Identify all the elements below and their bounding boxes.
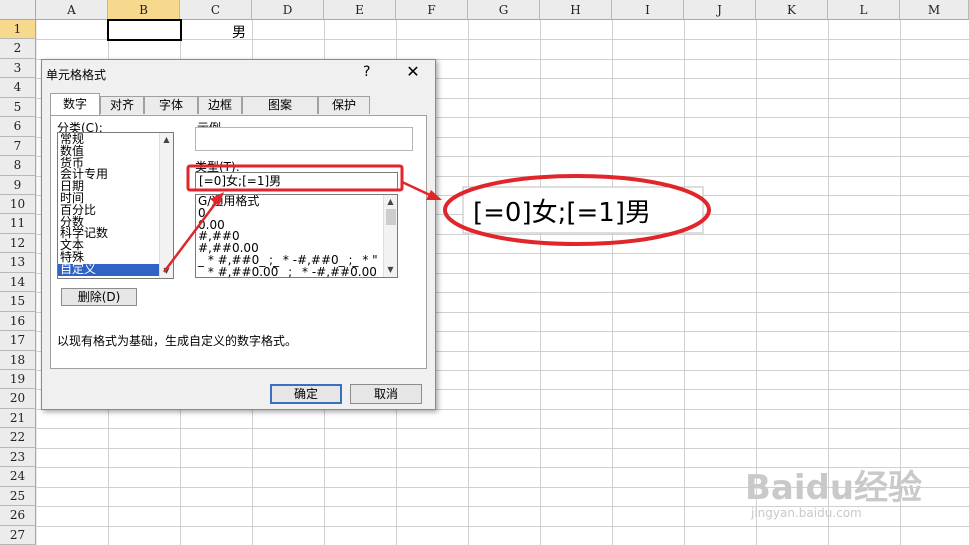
format-item[interactable]: G/通用格式	[196, 195, 397, 208]
cell-c1[interactable]: 男	[232, 22, 246, 42]
column-header[interactable]: D	[252, 0, 324, 20]
zoom-type-text: [=0]女;[=1]男	[473, 198, 651, 228]
row-header[interactable]: 17	[0, 331, 36, 351]
tab-border[interactable]: 边框	[198, 96, 242, 114]
ok-button[interactable]: 确定	[270, 384, 342, 404]
column-header[interactable]: M	[900, 0, 969, 20]
tab-font[interactable]: 字体	[144, 96, 198, 114]
scroll-down-icon[interactable]: ▼	[160, 265, 173, 277]
row-header[interactable]: 19	[0, 370, 36, 390]
row-header[interactable]: 13	[0, 253, 36, 273]
format-item[interactable]: _ * #,##0.00_ ;_ * -#,##0.00_	[196, 266, 397, 277]
row-header[interactable]: 1	[0, 20, 36, 40]
row-header[interactable]: 7	[0, 136, 36, 157]
column-header[interactable]: H	[540, 0, 612, 20]
row-header[interactable]: 26	[0, 506, 36, 526]
category-scrollbar[interactable]: ▲ ▼	[159, 133, 173, 278]
row-header[interactable]: 15	[0, 292, 36, 312]
row-header[interactable]: 6	[0, 117, 36, 137]
baidu-watermark: Baidu经验 jingyan.baidu.com	[745, 450, 965, 530]
active-cell-b1[interactable]	[107, 19, 182, 41]
row-header[interactable]: 16	[0, 311, 36, 332]
column-header[interactable]: E	[324, 0, 396, 20]
row-header[interactable]: 3	[0, 58, 36, 79]
tab-pattern[interactable]: 图案	[242, 96, 318, 114]
format-list[interactable]: G/通用格式 0 0.00 #,##0 #,##0.00 _ * #,##0_ ;_ * …	[195, 194, 398, 278]
watermark-logo-text: Baidu经验	[745, 468, 923, 508]
column-header[interactable]: I	[612, 0, 684, 20]
delete-button[interactable]: 删除(D)	[61, 288, 137, 306]
row-header[interactable]: 2	[0, 39, 36, 59]
row-header[interactable]: 9	[0, 175, 36, 195]
column-header[interactable]: F	[396, 0, 468, 20]
column-header[interactable]: K	[756, 0, 828, 20]
number-tab-panel: 分类(C): 常规 数值 货币 会计专用 日期 时间 百分比 分数 科学记数 文本 特殊 自定义 ▲ …	[50, 115, 427, 369]
column-header[interactable]: G	[468, 0, 540, 20]
column-header[interactable]: C	[180, 0, 252, 20]
scroll-down-icon[interactable]: ▼	[384, 264, 397, 276]
column-header[interactable]: B	[108, 0, 180, 20]
category-item[interactable]: 自定义	[58, 263, 173, 276]
row-header[interactable]: 14	[0, 272, 36, 293]
tab-number[interactable]: 数字	[50, 93, 100, 115]
row-header[interactable]: 22	[0, 428, 36, 448]
scroll-up-icon[interactable]: ▲	[160, 134, 173, 146]
tab-alignment[interactable]: 对齐	[100, 96, 144, 114]
row-header[interactable]: 24	[0, 467, 36, 487]
row-header[interactable]: 20	[0, 389, 36, 409]
column-header[interactable]: J	[684, 0, 756, 20]
row-header[interactable]: 4	[0, 78, 36, 98]
sample-box	[195, 127, 413, 151]
format-cells-dialog: 单元格格式 ? ✕ 数字 对齐 字体 边框 图案 保护 分类(C): 常规 数值货…	[41, 59, 436, 410]
row-header[interactable]: 21	[0, 408, 36, 429]
help-icon[interactable]: ?	[363, 64, 370, 80]
row-header[interactable]: 10	[0, 195, 36, 215]
select-all-corner[interactable]	[0, 0, 36, 20]
scroll-up-icon[interactable]: ▲	[384, 196, 397, 208]
row-header[interactable]: 27	[0, 525, 36, 545]
column-header[interactable]: A	[36, 0, 108, 20]
row-header[interactable]: 18	[0, 350, 36, 370]
row-header[interactable]: 23	[0, 447, 36, 468]
close-icon[interactable]: ✕	[400, 61, 426, 83]
cancel-button[interactable]: 取消	[350, 384, 422, 404]
watermark-url: jingyan.baidu.com	[751, 506, 862, 520]
format-item[interactable]: 0	[196, 207, 397, 220]
format-scrollbar[interactable]: ▲ ▼	[383, 195, 397, 277]
row-header[interactable]: 11	[0, 214, 36, 234]
row-header[interactable]: 5	[0, 97, 36, 118]
tab-protection[interactable]: 保护	[318, 96, 370, 114]
row-header[interactable]: 12	[0, 233, 36, 254]
row-header[interactable]: 8	[0, 156, 36, 176]
scroll-thumb[interactable]	[386, 209, 396, 225]
column-header[interactable]: L	[828, 0, 900, 20]
description-text: 以现有格式为基础，生成自定义的数字格式。	[57, 334, 298, 348]
category-list[interactable]: 常规 数值 货币 会计专用 日期 时间 百分比 分数 科学记数 文本 特殊 自定义 ▲ ▼	[57, 132, 174, 279]
dialog-title: 单元格格式	[46, 68, 107, 82]
type-input[interactable]: [=0]女;[=1]男	[195, 172, 398, 190]
row-header[interactable]: 25	[0, 486, 36, 507]
